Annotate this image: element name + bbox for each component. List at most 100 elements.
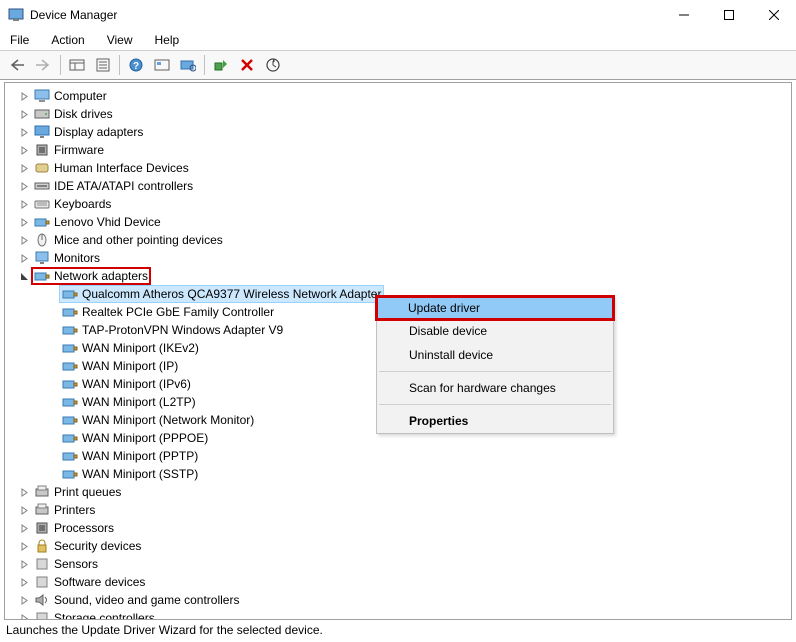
tree-device[interactable]: WAN Miniport (SSTP) xyxy=(7,465,789,483)
expand-icon[interactable] xyxy=(19,91,29,101)
tree-device-label: Realtek PCIe GbE Family Controller xyxy=(82,305,274,319)
show-hide-console-button[interactable] xyxy=(65,53,89,77)
context-menu: Update driver Disable device Uninstall d… xyxy=(376,296,614,434)
gen-icon xyxy=(34,574,50,590)
tree-category-label: Network adapters xyxy=(54,269,148,283)
display-icon xyxy=(34,124,50,140)
spacer xyxy=(47,307,57,317)
menu-file[interactable]: File xyxy=(6,31,33,49)
ctx-properties[interactable]: Properties xyxy=(377,409,613,433)
collapse-icon[interactable] xyxy=(19,271,29,281)
tree-category-label: Mice and other pointing devices xyxy=(54,233,223,247)
tree-category[interactable]: Firmware xyxy=(7,141,789,159)
tree-device[interactable]: WAN Miniport (PPTP) xyxy=(7,447,789,465)
net-icon xyxy=(62,304,78,320)
ctx-update-driver[interactable]: Update driver xyxy=(376,296,614,320)
tree-device-label: TAP-ProtonVPN Windows Adapter V9 xyxy=(82,323,283,337)
tree-category[interactable]: Processors xyxy=(7,519,789,537)
expand-icon[interactable] xyxy=(19,199,29,209)
enable-device-button[interactable] xyxy=(209,53,233,77)
minimize-button[interactable] xyxy=(661,0,706,30)
expand-icon[interactable] xyxy=(19,181,29,191)
forward-button[interactable] xyxy=(32,53,56,77)
spacer xyxy=(47,343,57,353)
expand-icon[interactable] xyxy=(19,235,29,245)
tree-category-label: Human Interface Devices xyxy=(54,161,189,175)
expand-icon[interactable] xyxy=(19,595,29,605)
expand-icon[interactable] xyxy=(19,253,29,263)
net-icon xyxy=(34,268,50,284)
spacer xyxy=(47,361,57,371)
cpu-icon xyxy=(34,142,50,158)
tree-category-label: Printers xyxy=(54,503,95,517)
tree-category[interactable]: Print queues xyxy=(7,483,789,501)
expand-icon[interactable] xyxy=(19,217,29,227)
menu-view[interactable]: View xyxy=(103,31,137,49)
computer-icon xyxy=(34,88,50,104)
tree-device-label: WAN Miniport (Network Monitor) xyxy=(82,413,254,427)
uninstall-device-button[interactable] xyxy=(235,53,259,77)
tree-category[interactable]: Disk drives xyxy=(7,105,789,123)
tree-category[interactable]: Network adapters xyxy=(7,267,789,285)
scan-changes-button[interactable] xyxy=(176,53,200,77)
svg-text:?: ? xyxy=(133,61,139,72)
ctx-uninstall-device[interactable]: Uninstall device xyxy=(377,343,613,367)
spacer xyxy=(47,415,57,425)
window-buttons xyxy=(661,0,796,30)
tree-category-label: Storage controllers xyxy=(54,611,155,620)
ctx-disable-device[interactable]: Disable device xyxy=(377,319,613,343)
maximize-button[interactable] xyxy=(706,0,751,30)
tree-category[interactable]: Human Interface Devices xyxy=(7,159,789,177)
statusbar: Launches the Update Driver Wizard for th… xyxy=(0,620,796,642)
spacer xyxy=(47,469,57,479)
expand-icon[interactable] xyxy=(19,523,29,533)
expand-icon[interactable] xyxy=(19,109,29,119)
tree-category[interactable]: IDE ATA/ATAPI controllers xyxy=(7,177,789,195)
tree-category[interactable]: Mice and other pointing devices xyxy=(7,231,789,249)
back-button[interactable] xyxy=(6,53,30,77)
expand-icon[interactable] xyxy=(19,559,29,569)
expand-icon[interactable] xyxy=(19,613,29,620)
menu-action[interactable]: Action xyxy=(47,31,88,49)
tree-device-label: WAN Miniport (PPPOE) xyxy=(82,431,208,445)
expand-icon[interactable] xyxy=(19,163,29,173)
ctx-scan-hardware-changes[interactable]: Scan for hardware changes xyxy=(377,376,613,400)
print-icon xyxy=(34,502,50,518)
spacer xyxy=(47,397,57,407)
tree-category[interactable]: Lenovo Vhid Device xyxy=(7,213,789,231)
refresh-button[interactable] xyxy=(150,53,174,77)
cpu-icon xyxy=(34,520,50,536)
tree-category[interactable]: Printers xyxy=(7,501,789,519)
tree-category[interactable]: Keyboards xyxy=(7,195,789,213)
menu-help[interactable]: Help xyxy=(151,31,184,49)
properties-button[interactable] xyxy=(91,53,115,77)
tree-device-label: WAN Miniport (IKEv2) xyxy=(82,341,199,355)
tree-category-label: Print queues xyxy=(54,485,121,499)
expand-icon[interactable] xyxy=(19,541,29,551)
gen-icon xyxy=(34,556,50,572)
close-button[interactable] xyxy=(751,0,796,30)
tree-category[interactable]: Security devices xyxy=(7,537,789,555)
tree-category[interactable]: Display adapters xyxy=(7,123,789,141)
update-driver-button[interactable] xyxy=(261,53,285,77)
expand-icon[interactable] xyxy=(19,127,29,137)
expand-icon[interactable] xyxy=(19,487,29,497)
tree-category[interactable]: Sensors xyxy=(7,555,789,573)
tree-category[interactable]: Software devices xyxy=(7,573,789,591)
tree-category-label: Disk drives xyxy=(54,107,113,121)
tree-device-label: WAN Miniport (IPv6) xyxy=(82,377,191,391)
spacer xyxy=(47,433,57,443)
ctx-separator xyxy=(379,404,611,405)
expand-icon[interactable] xyxy=(19,145,29,155)
separator xyxy=(60,55,61,75)
help-button[interactable]: ? xyxy=(124,53,148,77)
tree-category[interactable]: Computer xyxy=(7,87,789,105)
expand-icon[interactable] xyxy=(19,505,29,515)
tree-category[interactable]: Monitors xyxy=(7,249,789,267)
menubar: File Action View Help xyxy=(0,30,796,50)
expand-icon[interactable] xyxy=(19,577,29,587)
tree-category[interactable]: Sound, video and game controllers xyxy=(7,591,789,609)
net-icon xyxy=(62,358,78,374)
net-icon xyxy=(62,286,78,302)
tree-category[interactable]: Storage controllers xyxy=(7,609,789,620)
